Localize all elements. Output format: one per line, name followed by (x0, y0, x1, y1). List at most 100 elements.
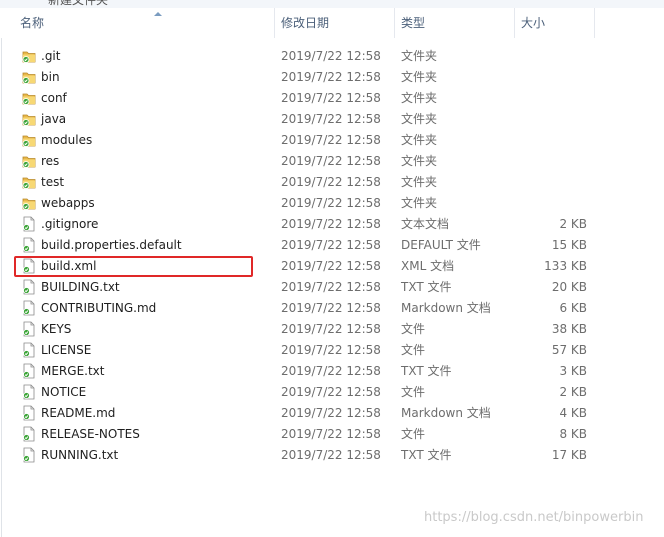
file-type: TXT 文件 (401, 364, 452, 378)
file-row[interactable]: modules 2019/7/22 12:58 文件夹 (0, 130, 664, 151)
file-name: LICENSE (41, 343, 92, 357)
file-name: NOTICE (41, 385, 87, 399)
file-modified-date: 2019/7/22 12:58 (281, 133, 381, 147)
folder-icon (22, 111, 36, 127)
column-header-date[interactable]: 修改日期 (275, 8, 395, 38)
file-name: .gitignore (41, 217, 99, 231)
file-name: .git (41, 49, 61, 63)
file-row[interactable]: RELEASE-NOTES 2019/7/22 12:58 文件 8 KB (0, 424, 664, 445)
highlight-box (14, 256, 253, 277)
file-icon (22, 321, 36, 337)
file-modified-date: 2019/7/22 12:58 (281, 301, 381, 315)
file-type: 文件 (401, 322, 426, 336)
folder-icon (22, 153, 36, 169)
file-size: 20 KB (551, 280, 587, 294)
file-row[interactable]: README.md 2019/7/22 12:58 Markdown 文档 4 KB (0, 403, 664, 424)
file-row[interactable]: RUNNING.txt 2019/7/22 12:58 TXT 文件 17 KB (0, 445, 664, 466)
file-name: build.properties.default (41, 238, 182, 252)
file-row[interactable]: res 2019/7/22 12:58 文件夹 (0, 151, 664, 172)
file-size: 6 KB (559, 301, 587, 315)
file-icon (22, 342, 36, 358)
file-type: 文件 (401, 427, 426, 441)
file-name: RUNNING.txt (41, 448, 119, 462)
file-modified-date: 2019/7/22 12:58 (281, 259, 381, 273)
file-row[interactable]: MERGE.txt 2019/7/22 12:58 TXT 文件 3 KB (0, 361, 664, 382)
file-row[interactable]: build.properties.default 2019/7/22 12:58 D… (0, 235, 664, 256)
file-row[interactable]: BUILDING.txt 2019/7/22 12:58 TXT 文件 20 KB (0, 277, 664, 298)
file-name: bin (41, 70, 60, 84)
file-size: 8 KB (559, 427, 587, 441)
file-type: DEFAULT 文件 (401, 238, 481, 252)
file-size: 4 KB (559, 406, 587, 420)
file-row[interactable]: CONTRIBUTING.md 2019/7/22 12:58 Markdown 文… (0, 298, 664, 319)
file-modified-date: 2019/7/22 12:58 (281, 196, 381, 210)
file-type: Markdown 文档 (401, 301, 491, 315)
file-modified-date: 2019/7/22 12:58 (281, 448, 381, 462)
file-modified-date: 2019/7/22 12:58 (281, 385, 381, 399)
file-size: 133 KB (544, 259, 587, 273)
column-header-name[interactable]: 名称 (14, 8, 275, 38)
file-name: CONTRIBUTING.md (41, 301, 157, 315)
file-modified-date: 2019/7/22 12:58 (281, 217, 381, 231)
file-modified-date: 2019/7/22 12:58 (281, 406, 381, 420)
file-type: TXT 文件 (401, 448, 452, 462)
file-row[interactable]: java 2019/7/22 12:58 文件夹 (0, 109, 664, 130)
file-type: 文件 (401, 385, 426, 399)
file-type: 文本文档 (401, 217, 450, 231)
file-size: 2 KB (559, 217, 587, 231)
file-icon (22, 216, 36, 232)
folder-icon (22, 132, 36, 148)
file-name: MERGE.txt (41, 364, 105, 378)
folder-icon (22, 195, 36, 211)
file-icon (22, 279, 36, 295)
file-name: modules (41, 133, 93, 147)
file-row[interactable]: .gitignore 2019/7/22 12:58 文本文档 2 KB (0, 214, 664, 235)
file-icon (22, 426, 36, 442)
file-modified-date: 2019/7/22 12:58 (281, 238, 381, 252)
file-modified-date: 2019/7/22 12:58 (281, 343, 381, 357)
file-icon (22, 237, 36, 253)
file-name: README.md (41, 406, 116, 420)
file-type: 文件夹 (401, 49, 438, 63)
file-type: 文件夹 (401, 70, 438, 84)
file-row[interactable]: test 2019/7/22 12:58 文件夹 (0, 172, 664, 193)
file-row[interactable]: NOTICE 2019/7/22 12:58 文件 2 KB (0, 382, 664, 403)
file-name: webapps (41, 196, 95, 210)
column-header-type-label: 类型 (401, 16, 426, 30)
file-modified-date: 2019/7/22 12:58 (281, 280, 381, 294)
file-size: 57 KB (551, 343, 587, 357)
column-header-type[interactable]: 类型 (395, 8, 515, 38)
file-modified-date: 2019/7/22 12:58 (281, 112, 381, 126)
column-header: 名称 修改日期 类型 大小 (0, 8, 664, 38)
file-type: 文件夹 (401, 133, 438, 147)
file-size: 2 KB (559, 385, 587, 399)
watermark: https://blog.csdn.net/binpowerbin (424, 510, 644, 525)
file-icon (22, 447, 36, 463)
file-row[interactable]: webapps 2019/7/22 12:58 文件夹 (0, 193, 664, 214)
file-row[interactable]: KEYS 2019/7/22 12:58 文件 38 KB (0, 319, 664, 340)
column-header-name-label: 名称 (20, 16, 45, 30)
file-type: 文件夹 (401, 112, 438, 126)
file-name: conf (41, 91, 67, 105)
column-header-size[interactable]: 大小 (515, 8, 595, 38)
file-modified-date: 2019/7/22 12:58 (281, 427, 381, 441)
file-name: res (41, 154, 60, 168)
file-icon (22, 363, 36, 379)
file-modified-date: 2019/7/22 12:58 (281, 154, 381, 168)
window-title: 新建文件夹 (48, 0, 109, 7)
file-name: RELEASE-NOTES (41, 427, 140, 441)
file-type: 文件夹 (401, 175, 438, 189)
file-row[interactable]: LICENSE 2019/7/22 12:58 文件 57 KB (0, 340, 664, 361)
file-modified-date: 2019/7/22 12:58 (281, 70, 381, 84)
sort-ascending-icon (154, 12, 162, 16)
file-icon (22, 405, 36, 421)
file-modified-date: 2019/7/22 12:58 (281, 175, 381, 189)
file-name: KEYS (41, 322, 72, 336)
file-row[interactable]: .git 2019/7/22 12:58 文件夹 (0, 46, 664, 67)
file-modified-date: 2019/7/22 12:58 (281, 364, 381, 378)
file-row[interactable]: bin 2019/7/22 12:58 文件夹 (0, 67, 664, 88)
file-row[interactable]: conf 2019/7/22 12:58 文件夹 (0, 88, 664, 109)
file-size: 17 KB (551, 448, 587, 462)
column-header-date-label: 修改日期 (281, 16, 330, 30)
file-size: 38 KB (551, 322, 587, 336)
